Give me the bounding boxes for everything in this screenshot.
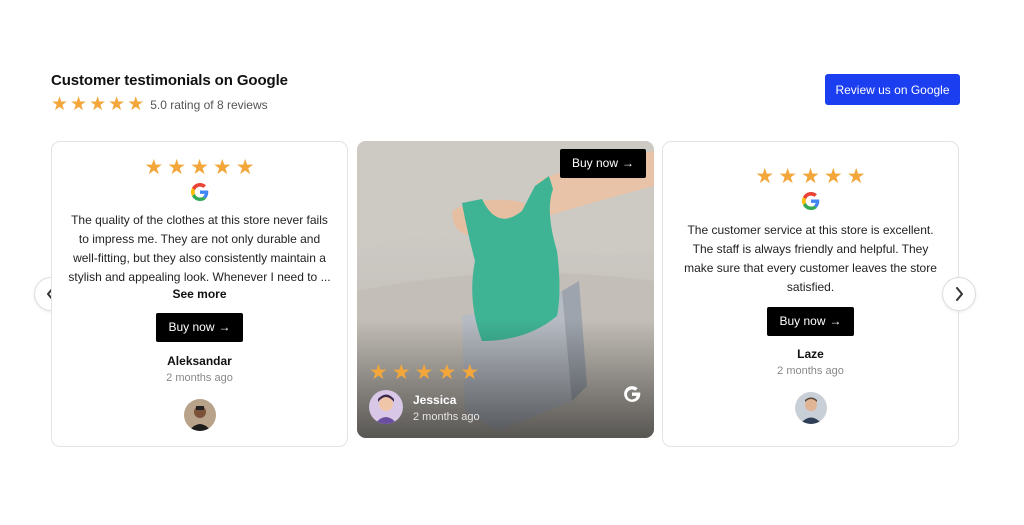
star-icon: ★ <box>414 361 434 384</box>
star-icon: ★ <box>51 94 69 115</box>
see-more-link[interactable]: See more <box>52 287 347 301</box>
arrow-right-icon: → <box>829 314 842 328</box>
review-card: ★ ★ ★ ★ ★ The quality of the clothes at … <box>51 141 348 447</box>
star-icon: ★ <box>167 156 187 179</box>
review-author: Jessica <box>413 393 457 407</box>
avatar <box>183 399 216 431</box>
review-line: make sure that every customer leaves the… <box>684 261 937 275</box>
review-time: 2 months ago <box>777 365 844 377</box>
star-icon: ★ <box>391 361 411 384</box>
review-line: The customer service at this store is ex… <box>687 223 934 237</box>
review-line: satisfied. <box>786 280 835 294</box>
carousel-next-button[interactable] <box>942 277 976 311</box>
buy-now-label: Buy now <box>779 314 826 328</box>
buy-now-label: Buy now <box>571 156 618 170</box>
buy-now-button[interactable]: Buy now → <box>156 313 243 342</box>
product-photo <box>357 141 654 438</box>
star-icon: ★ <box>144 156 164 179</box>
review-time: 2 months ago <box>413 411 480 423</box>
review-line: stylish and appealing look. Whenever I n… <box>68 270 331 284</box>
chevron-right-icon <box>956 287 963 301</box>
review-stars: ★ ★ ★ ★ ★ <box>369 361 480 384</box>
avatar <box>794 392 827 424</box>
star-icon: ★ <box>437 361 457 384</box>
star-icon: ★ <box>127 94 145 115</box>
star-icon: ★ <box>369 361 388 384</box>
rating-summary: ★ ★ ★ ★ ★ 5.0 rating of 8 reviews <box>51 95 288 114</box>
review-text: The customer service at this store is ex… <box>663 221 958 297</box>
star-icon: ★ <box>460 361 480 384</box>
review-author: Laze <box>797 347 824 361</box>
widget-header: Customer testimonials on Google ★ ★ ★ ★ … <box>51 72 288 114</box>
star-icon: ★ <box>70 94 88 115</box>
rating-stars: ★ ★ ★ ★ ★ <box>51 95 144 114</box>
star-icon: ★ <box>235 156 255 179</box>
star-icon: ★ <box>755 165 775 188</box>
buy-now-button[interactable]: Buy now → <box>559 149 646 178</box>
star-icon: ★ <box>108 94 126 115</box>
review-time: 2 months ago <box>166 372 233 384</box>
arrow-right-icon: → <box>622 156 634 170</box>
google-icon <box>624 386 641 402</box>
google-icon <box>801 192 819 210</box>
review-line: to impress me. They are not only durable… <box>78 232 321 246</box>
buy-now-button[interactable]: Buy now → <box>767 307 854 336</box>
avatar <box>369 390 403 424</box>
review-line: well-fitting, but they also consistently… <box>73 251 326 265</box>
review-stars: ★ ★ ★ ★ ★ <box>663 165 958 188</box>
buy-now-label: Buy now <box>168 320 215 334</box>
review-card: ★ ★ ★ ★ ★ The customer service at this s… <box>662 141 959 447</box>
star-icon: ★ <box>801 165 820 188</box>
widget-title: Customer testimonials on Google <box>51 72 288 89</box>
review-line: The quality of the clothes at this store… <box>71 213 328 227</box>
star-icon: ★ <box>212 156 232 179</box>
review-author: Aleksandar <box>167 354 232 368</box>
star-icon: ★ <box>846 165 866 188</box>
review-us-button[interactable]: Review us on Google <box>825 74 960 105</box>
review-line: The staff is always friendly and helpful… <box>692 242 929 256</box>
arrow-right-icon: → <box>218 320 231 334</box>
review-card-photo: Buy now → ★ ★ ★ ★ ★ Jessica 2 months ago <box>357 141 654 438</box>
review-stars: ★ ★ ★ ★ ★ <box>52 156 347 179</box>
star-icon: ★ <box>778 165 798 188</box>
rating-text: 5.0 rating of 8 reviews <box>150 97 268 112</box>
star-icon: ★ <box>823 165 843 188</box>
google-icon <box>190 183 208 201</box>
star-icon: ★ <box>89 94 107 115</box>
star-icon: ★ <box>190 156 209 179</box>
review-text: The quality of the clothes at this store… <box>52 211 347 287</box>
